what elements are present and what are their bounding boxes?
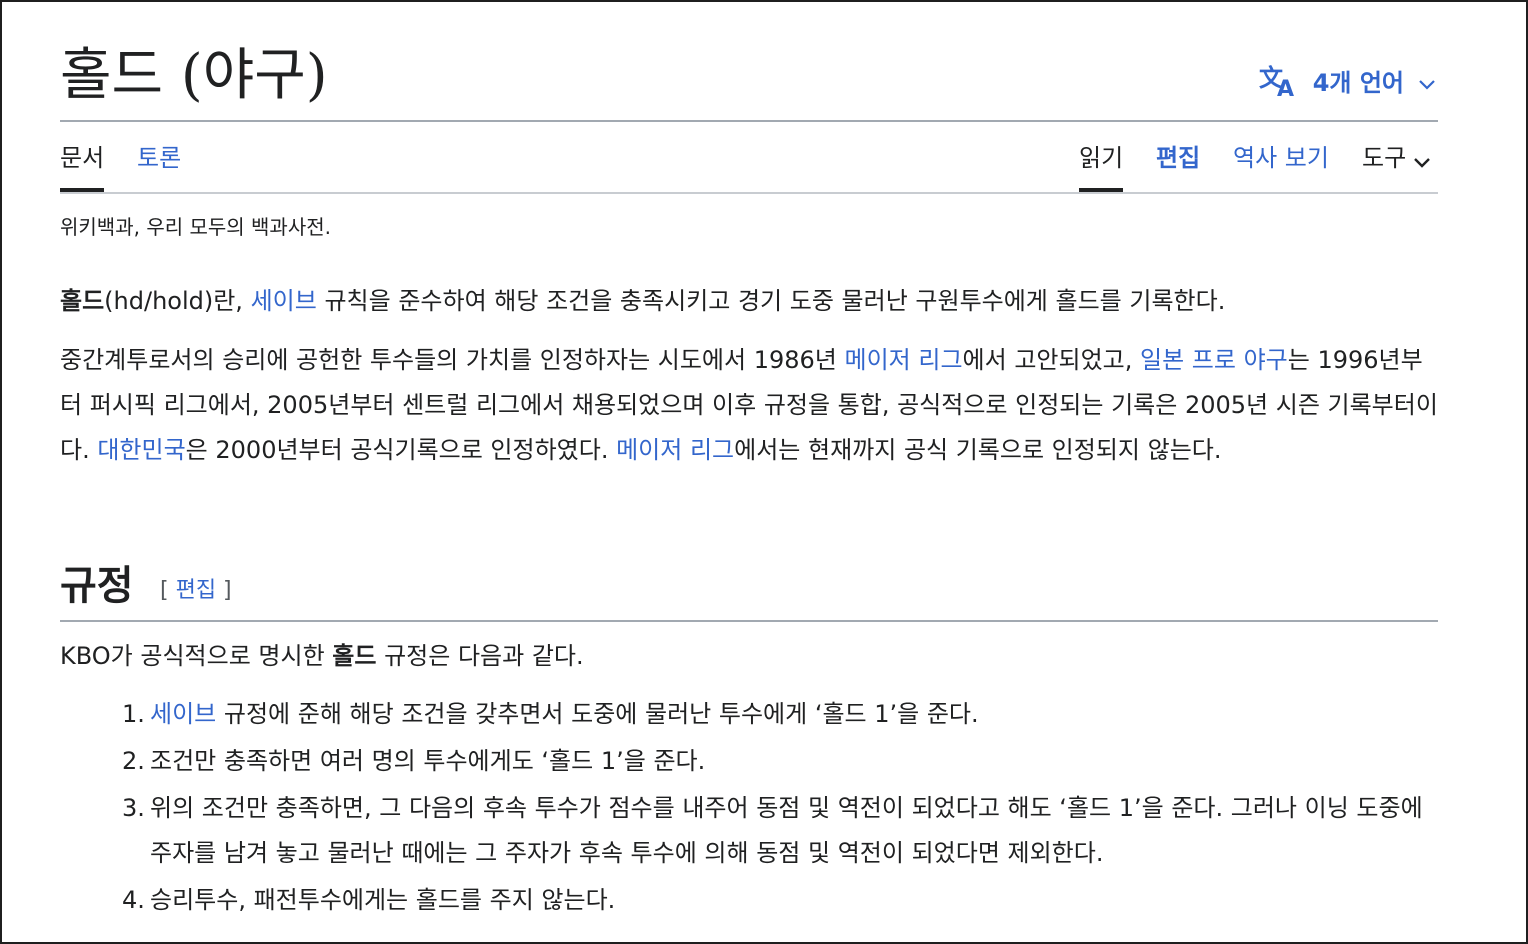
tab-history[interactable]: 역사 보기 [1233, 142, 1329, 188]
text-span: 규칙을 준수하여 해당 조건을 충족시키고 경기 도중 물러난 구원투수에게 홀… [316, 287, 1226, 315]
list-number: 1. [122, 700, 145, 728]
intro-paragraph-2: 중간계투로서의 승리에 공헌한 투수들의 가치를 인정하자는 시도에서 1986… [60, 338, 1438, 473]
list-item: 1. 세이브 규정에 준해 해당 조건을 갖추면서 도중에 물러난 투수에게 ‘홀… [122, 692, 1438, 737]
list-number: 3. [122, 794, 145, 822]
text-span: (hd/hold)란, [104, 287, 251, 315]
tab-tools-label: 도구 [1362, 144, 1407, 172]
tab-read[interactable]: 읽기 [1079, 142, 1124, 192]
link-npb[interactable]: 일본 프로 야구 [1140, 346, 1288, 374]
site-tagline: 위키백과, 우리 모두의 백과사전. [60, 215, 331, 239]
page-tabs: 문서 토론 읽기 편집 역사 보기 도구 [60, 122, 1438, 194]
translate-icon: 文 A [1259, 62, 1301, 102]
term-bold: 홀드 [332, 642, 377, 670]
list-text: 승리투수, 패전투수에게는 홀드를 주지 않는다. [150, 886, 616, 914]
intro-paragraph-1: 홀드(hd/hold)란, 세이브 규칙을 준수하여 해당 조건을 충족시키고 … [60, 279, 1438, 324]
text-span: 은 2000년부터 공식기록으로 인정하였다. [185, 436, 617, 464]
bracket-close: ] [216, 578, 232, 603]
text-span: KBO가 공식적으로 명시한 [60, 642, 333, 670]
bracket-open: [ [160, 578, 176, 603]
section-edit-wrapper: [ 편집 ] [160, 576, 232, 606]
language-button[interactable]: 文 A 4개 언어 [1259, 60, 1436, 102]
link-save-rule[interactable]: 세이브 [150, 700, 216, 728]
term-bold: 홀드 [60, 287, 105, 315]
rules-list: 1. 세이브 규정에 준해 해당 조건을 갖추면서 도중에 물러난 투수에게 ‘홀… [122, 692, 1438, 925]
section-edit-link[interactable]: 편집 [176, 578, 216, 603]
list-item: 2. 조건만 충족하면 여러 명의 투수에게도 ‘홀드 1’을 준다. [122, 739, 1438, 784]
link-save[interactable]: 세이브 [251, 287, 317, 315]
text-span: 에서는 현재까지 공식 기록으로 인정되지 않는다. [734, 436, 1222, 464]
tab-edit[interactable]: 편집 [1156, 142, 1200, 188]
link-korea[interactable]: 대한민국 [97, 436, 185, 464]
list-text: 조건만 충족하면 여러 명의 투수에게도 ‘홀드 1’을 준다. [150, 747, 706, 775]
list-text: 규정에 준해 해당 조건을 갖추면서 도중에 물러난 투수에게 ‘홀드 1’을 … [216, 700, 979, 728]
language-count-label: 4개 언어 [1312, 68, 1404, 97]
link-major-league-2[interactable]: 메이저 리그 [616, 436, 734, 464]
section-heading-rules: 규정 [ 편집 ] [60, 558, 1438, 622]
svg-text:A: A [1277, 77, 1294, 98]
list-text: 위의 조건만 충족하면, 그 다음의 후속 투수가 점수를 내주어 동점 및 역… [150, 794, 1423, 867]
list-item: 3. 위의 조건만 충족하면, 그 다음의 후속 투수가 점수를 내주어 동점 및… [122, 786, 1438, 876]
link-major-league[interactable]: 메이저 리그 [845, 346, 963, 374]
chevron-down-icon [1412, 148, 1432, 168]
tab-tools[interactable]: 도구 [1362, 142, 1432, 188]
list-item: 4. 승리투수, 패전투수에게는 홀드를 주지 않는다. [122, 878, 1438, 923]
list-number: 4. [122, 886, 145, 914]
article-page: 홀드 (야구) 文 A 4개 언어 문서 토론 읽기 편집 역사 보기 도구 위… [60, 2, 1438, 914]
text-span: 중간계투로서의 승리에 공헌한 투수들의 가치를 인정하자는 시도에서 1986… [60, 346, 845, 374]
tab-talk[interactable]: 토론 [137, 142, 181, 188]
section-title: 규정 [60, 563, 134, 609]
rules-lead: KBO가 공식적으로 명시한 홀드 규정은 다음과 같다. [60, 634, 1438, 679]
text-span: 규정은 다음과 같다. [376, 642, 584, 670]
chevron-down-icon [1418, 71, 1436, 90]
title-bar: 홀드 (야구) 文 A 4개 언어 [60, 2, 1438, 122]
list-number: 2. [122, 747, 145, 775]
tab-article[interactable]: 문서 [60, 142, 105, 192]
page-title: 홀드 (야구) [60, 43, 328, 108]
text-span: 에서 고안되었고, [962, 346, 1140, 374]
